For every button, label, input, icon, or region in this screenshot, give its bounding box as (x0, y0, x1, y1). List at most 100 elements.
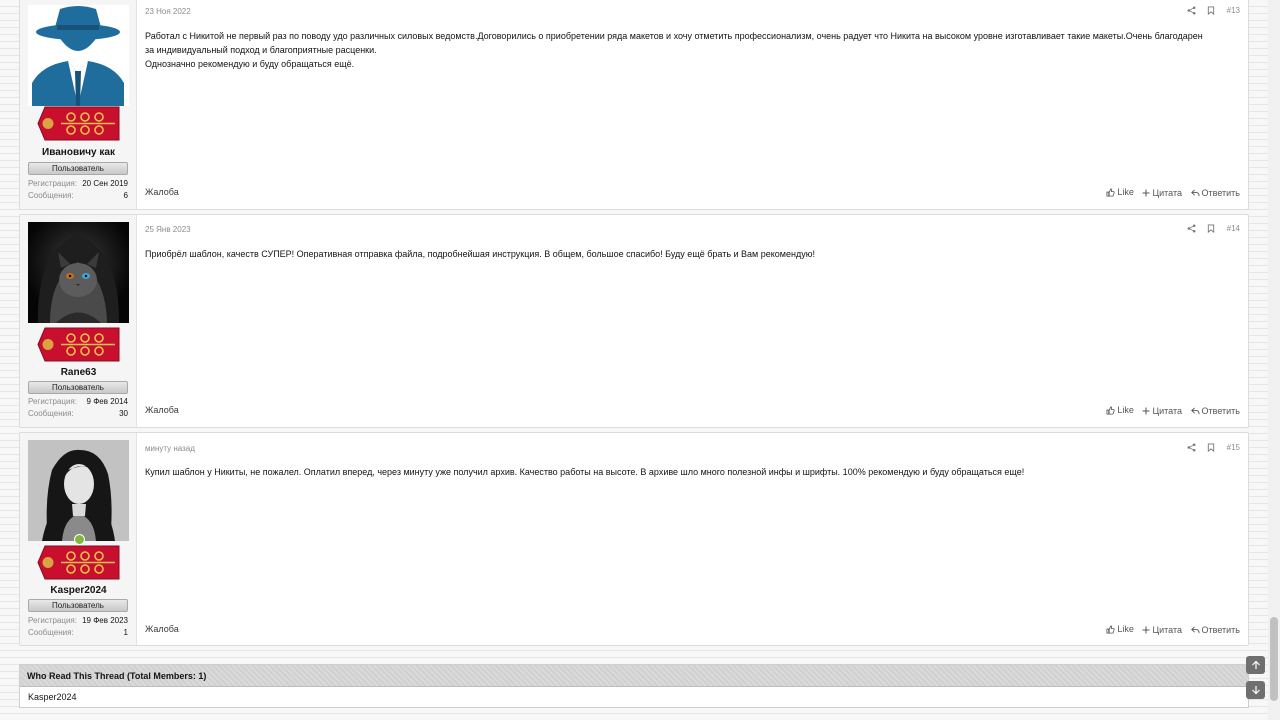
reply-icon (1190, 626, 1200, 633)
user-title-badge: Пользователь (28, 599, 128, 612)
post-number[interactable]: #14 (1227, 224, 1240, 233)
post-actions: Like Цитата Ответить (1100, 624, 1240, 636)
post-13: Ивановичу как Пользователь Регистрация: … (19, 0, 1249, 210)
rank-badge (37, 545, 120, 580)
member-link[interactable]: Kasper2024 (28, 692, 77, 702)
report-link[interactable]: Жалоба (145, 624, 179, 634)
reply-button[interactable]: Ответить (1190, 405, 1240, 416)
post-body: Приобрёл шаблон, качеств СУПЕР! Оператив… (145, 247, 1240, 261)
messages-value: 1 (123, 628, 128, 637)
scroll-to-bottom-button[interactable] (1246, 681, 1265, 699)
plus-icon (1142, 189, 1150, 196)
post-tools: #13 (1178, 6, 1240, 16)
arrow-down-icon (1251, 686, 1260, 695)
post-actions: Like Цитата Ответить (1100, 187, 1240, 199)
registration-label: Регистрация: (28, 397, 77, 406)
avatar[interactable] (28, 5, 129, 106)
female-silhouette-avatar-image (28, 440, 129, 541)
quote-label: Цитата (1152, 187, 1182, 198)
avatar[interactable] (28, 440, 129, 541)
like-button[interactable]: Like (1106, 187, 1134, 197)
like-label: Like (1117, 187, 1134, 197)
post-text-line: за индивидуальный подход и благоприятные… (145, 45, 377, 55)
share-icon[interactable] (1187, 6, 1196, 15)
arrow-up-icon (1251, 660, 1260, 669)
user-messages: Сообщения: 30 (28, 409, 128, 418)
online-status-icon (74, 534, 85, 545)
reply-label: Ответить (1201, 187, 1240, 198)
user-cell: Ивановичу как Пользователь Регистрация: … (20, 0, 137, 209)
reply-button[interactable]: Ответить (1190, 624, 1240, 635)
post-actions: Like Цитата Ответить (1100, 405, 1240, 417)
like-label: Like (1117, 624, 1134, 634)
scrollbar-track[interactable] (1268, 0, 1280, 720)
rank-badge (37, 106, 120, 141)
bookmark-icon[interactable] (1207, 443, 1215, 453)
post-body: Работал с Никитой не первый раз по повод… (145, 29, 1240, 71)
registration-value: 20 Сен 2019 (82, 179, 128, 188)
messages-value: 30 (119, 409, 128, 418)
username[interactable]: Kasper2024 (20, 585, 137, 596)
quote-label: Цитата (1152, 405, 1182, 416)
who-read-title: Who Read This Thread (Total Members: 1) (20, 665, 1248, 687)
post-text-line: Однозначно рекомендую и буду обращаться … (145, 59, 355, 69)
like-button[interactable]: Like (1106, 624, 1134, 634)
post-14: Rane63 Пользователь Регистрация: 9 Фев 2… (19, 214, 1249, 428)
user-title-badge: Пользователь (28, 162, 128, 175)
user-cell: Kasper2024 Пользователь Регистрация: 19 … (20, 433, 137, 645)
username[interactable]: Rane63 (20, 367, 137, 378)
messages-label: Сообщения: (28, 409, 74, 418)
user-cell: Rane63 Пользователь Регистрация: 9 Фев 2… (20, 215, 137, 427)
post-15: Kasper2024 Пользователь Регистрация: 19 … (19, 432, 1249, 646)
user-registration: Регистрация: 20 Сен 2019 (28, 179, 128, 188)
bookmark-icon[interactable] (1207, 224, 1215, 234)
thumbs-up-icon (1106, 405, 1116, 415)
reply-button[interactable]: Ответить (1190, 187, 1240, 198)
spy-avatar-image (28, 5, 129, 106)
rank-badge (37, 327, 120, 362)
who-read-members: Kasper2024 (20, 687, 1248, 708)
reply-label: Ответить (1201, 624, 1240, 635)
username[interactable]: Ивановичу как (20, 147, 137, 158)
share-icon[interactable] (1187, 443, 1196, 452)
post-number[interactable]: #15 (1227, 443, 1240, 452)
post-date[interactable]: 25 Янв 2023 (145, 225, 191, 234)
plus-icon (1142, 407, 1150, 414)
scroll-to-top-button[interactable] (1246, 656, 1265, 674)
quote-button[interactable]: Цитата (1142, 406, 1182, 416)
user-registration: Регистрация: 19 Фев 2023 (28, 616, 128, 625)
quote-label: Цитата (1152, 624, 1182, 635)
user-registration: Регистрация: 9 Фев 2014 (28, 397, 128, 406)
reply-label: Ответить (1201, 405, 1240, 416)
reply-icon (1190, 407, 1200, 414)
plus-icon (1142, 626, 1150, 633)
report-link[interactable]: Жалоба (145, 405, 179, 415)
who-read-block: Who Read This Thread (Total Members: 1) … (19, 664, 1249, 708)
post-date[interactable]: 23 Ноя 2022 (145, 7, 191, 16)
thumbs-up-icon (1106, 187, 1116, 197)
registration-label: Регистрация: (28, 616, 77, 625)
like-button[interactable]: Like (1106, 405, 1134, 415)
hooded-cat-avatar-image (28, 222, 129, 323)
quote-button[interactable]: Цитата (1142, 625, 1182, 635)
share-icon[interactable] (1187, 224, 1196, 233)
user-messages: Сообщения: 1 (28, 628, 128, 637)
post-text-line: Приобрёл шаблон, качеств СУПЕР! Оператив… (145, 249, 815, 259)
thumbs-up-icon (1106, 624, 1116, 634)
scrollbar-thumb[interactable] (1270, 617, 1278, 701)
post-number[interactable]: #13 (1227, 6, 1240, 15)
bookmark-icon[interactable] (1207, 6, 1215, 16)
user-title-badge: Пользователь (28, 381, 128, 394)
registration-label: Регистрация: (28, 179, 77, 188)
post-date[interactable]: минуту назад (145, 444, 195, 453)
post-text-line: Купил шаблон у Никиты, не пожалел. Оплат… (145, 467, 1025, 477)
user-messages: Сообщения: 6 (28, 191, 128, 200)
messages-label: Сообщения: (28, 191, 74, 200)
avatar[interactable] (28, 222, 129, 323)
post-tools: #15 (1178, 443, 1240, 453)
post-tools: #14 (1178, 224, 1240, 234)
report-link[interactable]: Жалоба (145, 187, 179, 197)
quote-button[interactable]: Цитата (1142, 188, 1182, 198)
like-label: Like (1117, 405, 1134, 415)
reply-icon (1190, 189, 1200, 196)
